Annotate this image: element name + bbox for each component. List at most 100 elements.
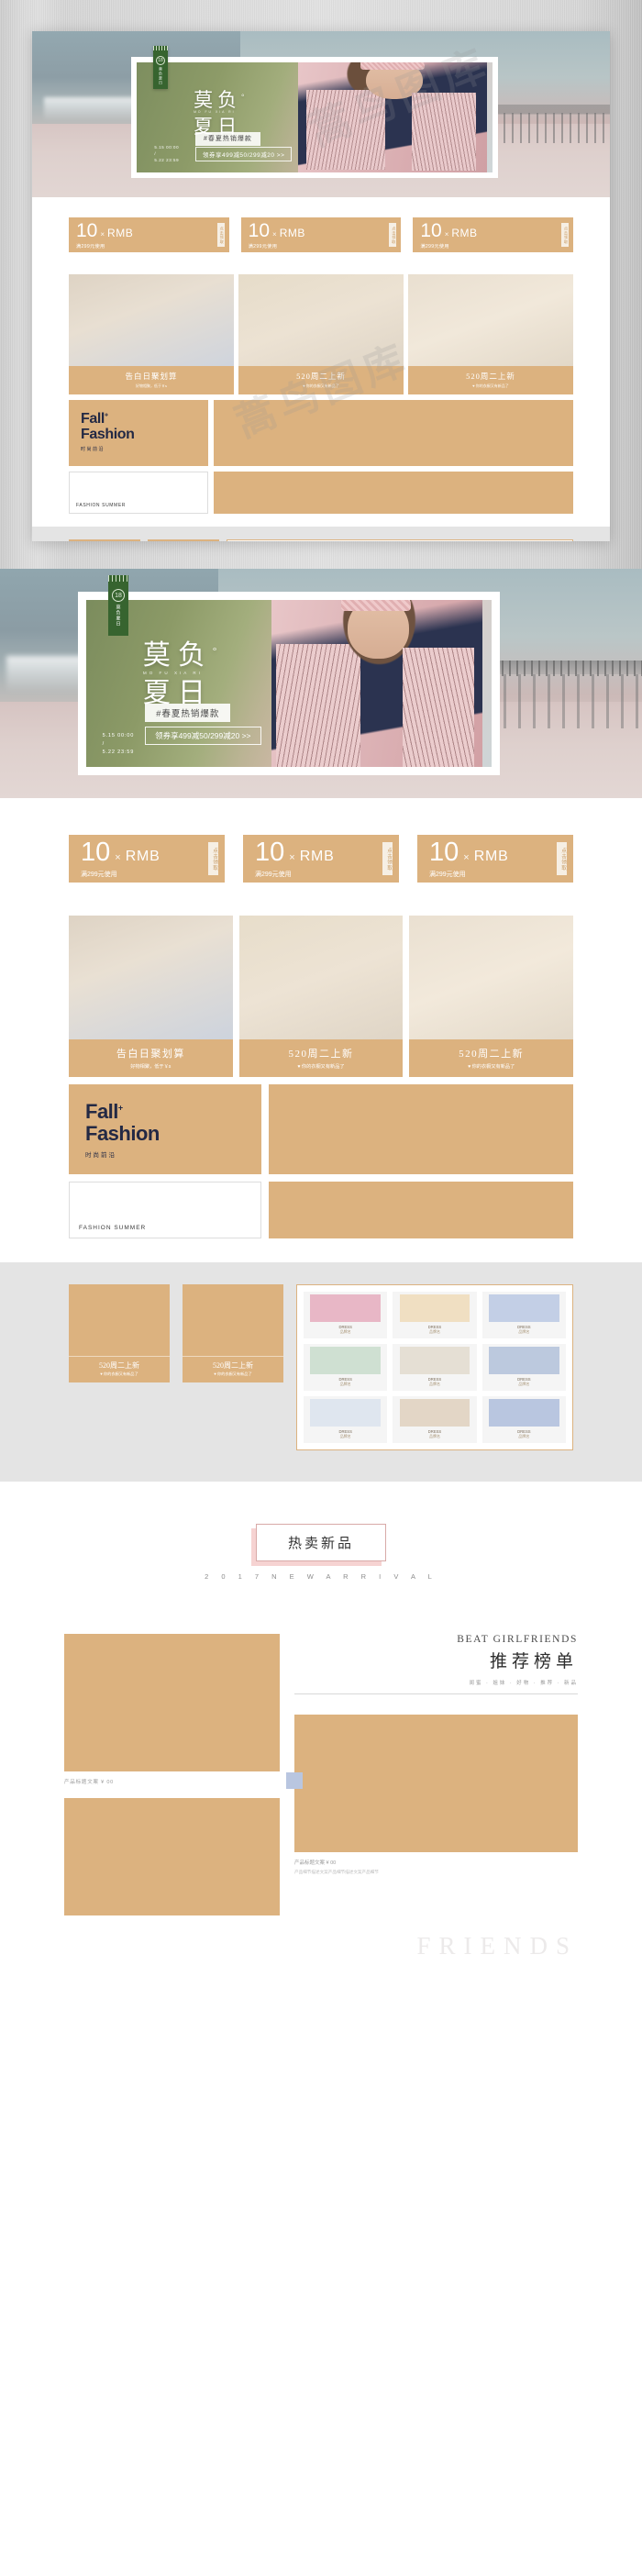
feature-banner[interactable]	[269, 1084, 573, 1174]
product-subtitle: ♥ 你的衣橱又有新品了	[297, 1064, 345, 1070]
product-title: 520周二上新	[459, 1049, 525, 1060]
grey-product-card[interactable]: 520周二上新 ♥ 你的衣橱又有新品了	[69, 539, 140, 541]
fall-fashion-block: Fall+ Fashion 时尚前沿	[69, 400, 208, 466]
grey-product-card[interactable]: 520周二上新 ♥ 你的衣橱又有新品了	[148, 539, 219, 541]
plus-icon: +	[104, 412, 108, 419]
mini-product-card[interactable]: DRESS 品牌名	[482, 1292, 566, 1338]
ribbon-vertical-text: 莫负夏日	[115, 605, 121, 627]
hot-products-subtitle: 2 0 1 7 N E W A R R I V A L	[205, 1572, 437, 1581]
mini-product-card[interactable]: DRESS 品牌名	[393, 1292, 477, 1338]
recommend-right-column: BEAT GIRLFRIENDS 推荐榜单 闺蜜 · 姐妹 · 好物 · 推荐 …	[286, 1634, 578, 1915]
recommend-title-cn: 推荐榜单	[489, 1652, 578, 1671]
thumbnail-page-preview: 莫负° MO FU XIA RI 夏日 #春夏热销爆款 领券享499减50/29…	[32, 31, 610, 541]
hot-products-section: 热卖新品 2 0 1 7 N E W A R R I V A L	[0, 1482, 642, 1581]
fashion-summer-card[interactable]: FASHION SUMMER	[69, 1182, 261, 1238]
coupon-claim-button[interactable]: 点击领取	[382, 842, 393, 875]
ribbon-number: 18	[112, 589, 125, 602]
coupon-claim-button[interactable]: 点击领取	[389, 223, 397, 247]
model-headband	[341, 600, 411, 611]
hero-pinyin: MO FU XIA RI	[194, 110, 236, 115]
product-title: 520周二上新	[288, 1049, 354, 1060]
mini-product-price: 品牌名	[339, 1329, 351, 1334]
coupon-card[interactable]: 10 × RMB 满299元使用 点击领取	[69, 217, 229, 252]
product-card[interactable]: 告白日聚划算 好物相聚，低于￥s	[69, 916, 233, 1077]
coupon-condition: 满299元使用	[420, 243, 449, 250]
product-subtitle: ♥ 你的衣橱又有新品了	[303, 383, 339, 388]
coupon-card[interactable]: 10 × RMB 满299元使用 点击领取	[417, 835, 573, 883]
coupon-card[interactable]: 10 × RMB 满299元使用 点击领取	[413, 217, 574, 252]
mini-product-card[interactable]: DRESS 品牌名	[304, 1344, 388, 1391]
recommend-image-wide[interactable]	[286, 1715, 578, 1852]
recommend-right-desc: 产品细节描述文案产品细节描述文案产品细节	[294, 1870, 379, 1874]
hero-coupon-cta[interactable]: 领券享499减50/299减20 >>	[145, 727, 261, 746]
ribbon-number: 18	[156, 56, 165, 65]
recommend-footer-word: FRIENDS	[416, 1932, 578, 1960]
mini-product-grid: DRESS品牌名DRESS品牌名DRESS品牌名DRESS品牌名DRESS品牌名…	[296, 1284, 573, 1450]
recommend-left-label: 产品标题文案 ¥ 00	[64, 1780, 115, 1785]
coupon-claim-button[interactable]: 点击领取	[561, 223, 570, 247]
product-card[interactable]: 520周二上新 ♥ 你的衣橱又有新品了	[238, 916, 404, 1077]
mini-product-card[interactable]: DRESS 品牌名	[482, 1344, 566, 1391]
brand-ribbon-tag: 18 莫负夏日	[108, 575, 128, 636]
coupon-card[interactable]: 10 × RMB 满299元使用 点击领取	[69, 835, 225, 883]
fashion-summer-row: FASHION SUMMER	[69, 1174, 573, 1238]
recommend-image-second[interactable]	[64, 1798, 280, 1915]
product-row: 告白日聚划算 好物相聚，低于￥s 520周二上新 ♥ 你的衣橱又有新品了 520…	[69, 883, 574, 1077]
degree-symbol: °	[241, 93, 249, 102]
mini-product-card[interactable]: DRESS 品牌名	[304, 1396, 388, 1443]
coupon-amount: 10	[429, 837, 459, 867]
product-card[interactable]: 520周二上新 ♥ 你的衣橱又有新品了	[238, 274, 404, 394]
feature-banner-secondary[interactable]	[214, 472, 573, 514]
product-subtitle: 好物相聚，低于￥s	[136, 383, 167, 388]
coupon-times: ×	[289, 851, 295, 863]
coupon-row: 10 × RMB 满299元使用 点击领取 10 × RMB 满299元使用 点…	[69, 798, 573, 883]
grey-product-card[interactable]: 520周二上新 ♥ 你的衣橱又有新品了	[69, 1284, 170, 1450]
product-card[interactable]: 520周二上新 ♥ 你的衣橱又有新品了	[409, 916, 574, 1077]
mini-product-swatch	[399, 1399, 470, 1427]
mini-product-price: 品牌名	[339, 1434, 351, 1438]
hero-coupon-cta[interactable]: 领券享499减50/299减20 >>	[195, 147, 293, 162]
fall-fashion-row: Fall+ Fashion 时尚前沿	[69, 394, 573, 466]
mini-product-price: 品牌名	[428, 1382, 440, 1386]
product-card[interactable]: 520周二上新 ♥ 你的衣橱又有新品了	[408, 274, 573, 394]
product-subtitle: ♥ 你的衣橱又有新品了	[468, 1064, 515, 1070]
grey-product-card[interactable]: 520周二上新 ♥ 你的衣橱又有新品了	[183, 1284, 283, 1450]
page-body: 10 × RMB 满299元使用 点击领取 10 × RMB 满299元使用 点…	[0, 798, 642, 1238]
product-photo	[408, 274, 573, 366]
feature-banner[interactable]	[214, 400, 573, 466]
coupon-amount: 10	[81, 837, 111, 867]
fashion-summer-card[interactable]: FASHION SUMMER	[69, 472, 208, 514]
fashion-summer-label: FASHION SUMMER	[79, 1225, 147, 1231]
recommend-title-en: BEAT GIRLFRIENDS	[457, 1634, 578, 1645]
grey-product-photo	[69, 1284, 170, 1356]
ribbon-perforation	[108, 575, 128, 582]
product-card[interactable]: 告白日聚划算 好物相聚，低于￥s	[69, 274, 234, 394]
coupon-card[interactable]: 10 × RMB 满299元使用 点击领取	[240, 217, 402, 252]
coupon-amount: 10	[248, 219, 271, 241]
hero-banner-thumb: 莫负° MO FU XIA RI 夏日 #春夏热销爆款 领券享499减50/29…	[32, 31, 610, 197]
grey-product-title: 520周二上新	[99, 1361, 139, 1370]
product-subtitle: ♥ 你的衣橱又有新品了	[472, 383, 509, 388]
coupon-claim-button[interactable]: 点击领取	[557, 842, 567, 875]
coupon-claim-button[interactable]: 点击领取	[216, 223, 225, 247]
date-end: 5.22 23:59	[154, 157, 180, 162]
hero-title-line1: 莫负	[142, 639, 213, 671]
coupon-card[interactable]: 10 × RMB 满299元使用 点击领取	[243, 835, 399, 883]
grey-product-title: 520周二上新	[213, 1361, 253, 1370]
fall-line2: Fashion	[81, 426, 135, 442]
mini-product-card[interactable]: DRESS 品牌名	[482, 1396, 566, 1443]
mini-product-card[interactable]: DRESS 品牌名	[393, 1344, 477, 1391]
recommend-image-large[interactable]	[64, 1634, 280, 1771]
coupon-claim-button[interactable]: 点击领取	[208, 842, 218, 875]
recommend-right-label: 产品标题文案 ¥ 00	[294, 1860, 337, 1866]
hot-products-badge: 热卖新品	[250, 1524, 386, 1566]
grey-product-photo	[148, 539, 219, 541]
date-separator: /	[154, 150, 157, 156]
mini-product-card[interactable]: DRESS 品牌名	[304, 1292, 388, 1338]
hot-products-title: 热卖新品	[255, 1524, 386, 1561]
hero-image: 莫负° MO FU XIA RI 夏日 #春夏热销爆款 领券享499减50/29…	[137, 62, 493, 172]
mini-product-swatch	[488, 1347, 559, 1374]
full-page: 莫负° MO FU XIA RI 夏日 #春夏热销爆款 领券享499减50/29…	[0, 569, 642, 1960]
feature-banner-secondary[interactable]	[269, 1182, 573, 1238]
mini-product-card[interactable]: DRESS 品牌名	[393, 1396, 477, 1443]
